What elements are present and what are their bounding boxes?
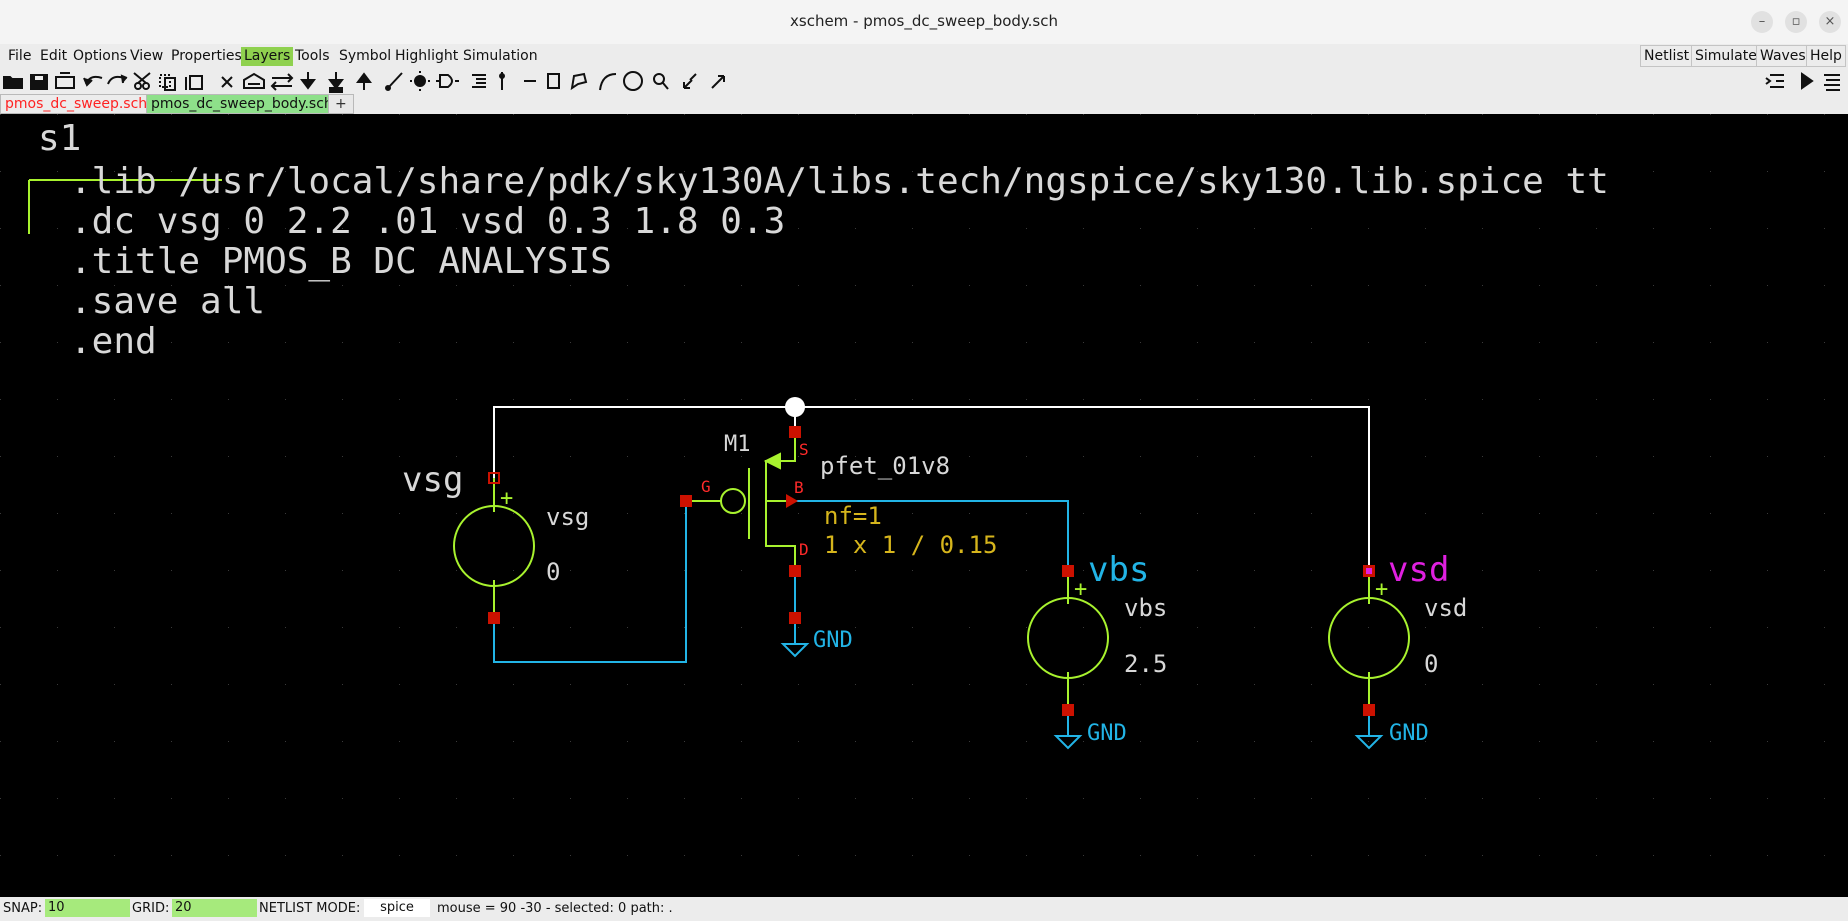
simulate-button[interactable]: Simulate [1691, 45, 1761, 67]
m1-name: M1 [724, 432, 751, 457]
menu-view[interactable]: View [127, 47, 166, 66]
vbs-net-label: vbs [1088, 550, 1149, 590]
code-line-4: .save all [70, 281, 265, 322]
tab-pmos-dc-sweep-body[interactable]: pmos_dc_sweep_body.sch [146, 94, 338, 114]
vsg-name: vsg [546, 503, 589, 531]
pin-source-label: S [799, 440, 809, 459]
push-icon[interactable] [300, 72, 316, 90]
undo-icon[interactable] [83, 75, 103, 87]
polygon-icon[interactable] [570, 72, 588, 91]
zoom-out-icon[interactable] [711, 75, 725, 89]
vsd-net-label: vsd [1388, 550, 1449, 590]
window-title: xschem - pmos_dc_sweep_body.sch [790, 12, 1058, 30]
snap-input[interactable]: 10 [45, 899, 130, 917]
schematic-canvas[interactable]: s1 .lib /usr/local/share/pdk/sky130A/lib… [0, 114, 1848, 897]
waves-icon[interactable] [1824, 74, 1840, 91]
snap-label: SNAP: [3, 901, 43, 916]
code-line-1: .lib /usr/local/share/pdk/sky130A/libs.t… [70, 161, 1609, 202]
vbs-value: 2.5 [1124, 650, 1167, 678]
menu-properties[interactable]: Properties [168, 47, 245, 66]
reload-icon[interactable] [55, 72, 75, 89]
menu-bar: File Edit Options View Properties Layers… [0, 44, 1848, 68]
menu-layers[interactable]: Layers [241, 47, 294, 66]
minimize-icon[interactable]: – [1751, 11, 1773, 33]
close-icon[interactable]: × [1819, 11, 1841, 33]
menu-highlight[interactable]: Highlight [392, 47, 461, 66]
netlist-mode-select[interactable]: spice [364, 899, 430, 917]
grid-label: GRID: [132, 901, 170, 916]
code-line-5: .end [70, 321, 157, 362]
tab-pmos-dc-sweep[interactable]: pmos_dc_sweep.sch [0, 94, 153, 114]
waves-button[interactable]: Waves [1756, 45, 1810, 67]
vsd-name: vsd [1424, 594, 1467, 622]
gate-icon[interactable] [436, 74, 459, 88]
copy-icon[interactable] [159, 74, 176, 91]
toolbar [0, 68, 1848, 94]
brush-icon[interactable] [385, 72, 403, 91]
m1-size: 1 x 1 / 0.15 [824, 531, 997, 559]
simulate-icon[interactable] [1801, 72, 1814, 90]
circle-icon[interactable] [623, 71, 643, 91]
menu-simulation[interactable]: Simulation [460, 47, 541, 66]
mouse-info: mouse = 90 -30 - selected: 0 path: . [437, 901, 673, 916]
insert-icon[interactable] [1765, 74, 1784, 88]
m1-nf: nf=1 [824, 502, 882, 530]
maximize-icon[interactable]: ▫ [1785, 11, 1807, 33]
open-icon[interactable] [3, 76, 23, 89]
vbs-name: vbs [1124, 594, 1167, 622]
code-line-3: .title PMOS_B DC ANALYSIS [70, 241, 612, 282]
vsg-plus: + [500, 486, 513, 511]
menu-file[interactable]: File [5, 47, 34, 66]
cut-icon[interactable] [133, 72, 151, 90]
menu-options[interactable]: Options [70, 47, 130, 66]
vsg-value: 0 [546, 558, 560, 586]
grid-input[interactable]: 20 [172, 899, 257, 917]
zoom-in-icon[interactable] [683, 73, 697, 89]
title-bar: xschem - pmos_dc_sweep_body.sch – ▫ × [0, 0, 1848, 45]
redo-icon[interactable] [107, 74, 128, 85]
help-button[interactable]: Help [1806, 45, 1846, 67]
gnd-label-vbs: GND [1087, 721, 1127, 746]
code-line-2: .dc vsg 0 2.2 .01 vsd 0.3 1.8 0.3 [70, 201, 785, 242]
vsg-net-label: vsg [402, 460, 463, 500]
menu-edit[interactable]: Edit [37, 47, 70, 66]
vbs-plus: + [1074, 577, 1087, 602]
zoom-icon[interactable] [653, 73, 669, 90]
gnd-label-m1: GND [813, 628, 853, 653]
m1-model: pfet_01v8 [820, 452, 950, 480]
edit-icon[interactable] [328, 72, 344, 93]
rect-icon[interactable] [547, 73, 560, 89]
arc-icon[interactable] [599, 73, 617, 91]
move-icon[interactable] [243, 72, 265, 89]
gnd-label-vsd: GND [1389, 721, 1429, 746]
tab-bar: pmos_dc_sweep.sch pmos_dc_sweep_body.sch… [0, 94, 1848, 114]
vsd-value: 0 [1424, 650, 1438, 678]
delete-icon[interactable] [221, 76, 233, 88]
pin-gate-label: G [701, 477, 711, 496]
add-tab-button[interactable]: + [328, 94, 354, 114]
netlist-mode-label: NETLIST MODE: [259, 901, 361, 916]
swap-icon[interactable] [270, 73, 294, 91]
probe-icon[interactable] [499, 72, 505, 90]
pop-icon[interactable] [356, 72, 372, 90]
vsd-plus: + [1375, 577, 1388, 602]
save-icon[interactable] [30, 74, 48, 90]
status-bar: SNAP: 10 GRID: 20 NETLIST MODE: spice mo… [0, 897, 1848, 921]
highlight-icon[interactable] [410, 71, 430, 91]
menu-symbol[interactable]: Symbol [336, 47, 394, 66]
pin-drain-label: D [799, 540, 809, 559]
netlist-button[interactable]: Netlist [1640, 45, 1694, 67]
pin-bulk-label: B [794, 478, 804, 497]
netlist-icon[interactable] [472, 74, 486, 88]
duplicate-icon[interactable] [185, 75, 203, 90]
menu-tools[interactable]: Tools [292, 47, 333, 66]
code-block-name: s1 [38, 118, 81, 159]
